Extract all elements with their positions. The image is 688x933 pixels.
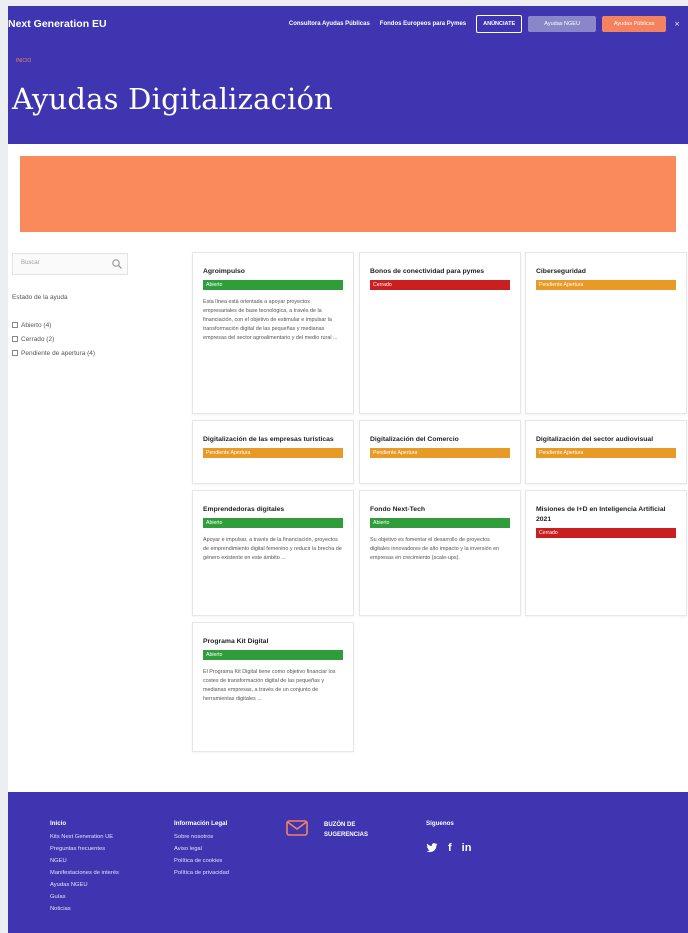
status-badge: Cerrado <box>370 280 510 290</box>
aid-card[interactable]: Fondo Next-Tech Abierto Su objetivo es f… <box>359 490 521 616</box>
social-links: f in <box>426 842 471 854</box>
card-title[interactable]: Digitalización del Comercio <box>370 435 510 445</box>
ngeu-button[interactable]: Ayudas NGEU <box>528 16 597 32</box>
footer-link[interactable]: Política de privacidad <box>174 867 229 879</box>
footer-col-main: Inicio Kits Next Generation UE Preguntas… <box>50 820 119 915</box>
checkbox[interactable] <box>12 336 18 342</box>
status-badge: Pendiente Apertura <box>203 448 343 458</box>
card-title[interactable]: Programa Kit Digital <box>203 637 343 647</box>
filter-pendiente[interactable]: Pendiente de apertura (4) <box>12 346 95 360</box>
close-icon[interactable]: × <box>674 20 680 28</box>
footer-link[interactable]: Aviso legal <box>174 843 229 855</box>
card-title[interactable]: Misiones de I+D en Inteligencia Artifici… <box>536 505 676 525</box>
site-logo[interactable]: Next Generation EU <box>8 18 107 30</box>
footer-link[interactable]: Ayudas NGEU <box>50 879 119 891</box>
status-badge: Cerrado <box>536 528 676 538</box>
status-badge: Abierto <box>203 518 343 528</box>
card-title[interactable]: Bonos de conectividad para pymes <box>370 267 510 277</box>
filter-abierto[interactable]: Abierto (4) <box>12 318 95 332</box>
status-badge: Pendiente Apertura <box>536 280 676 290</box>
card-description: Apoyar e impulsar, a través de la financ… <box>203 537 342 561</box>
nav-link-fondos[interactable]: Fondos Europeos para Pymes <box>380 21 466 27</box>
footer-link[interactable]: Política de cookies <box>174 855 229 867</box>
public-aid-button[interactable]: Ayudas Públicas <box>602 16 667 32</box>
status-badge: Pendiente Apertura <box>370 448 510 458</box>
status-badge: Abierto <box>370 518 510 528</box>
footer-col-follow: Síguenos <box>426 820 454 831</box>
hero-header: Next Generation EU Consultora Ayudas Púb… <box>8 6 688 144</box>
footer-link[interactable]: Guías <box>50 891 119 903</box>
card-title[interactable]: Emprendedoras digitales <box>203 505 343 515</box>
aid-card[interactable]: Digitalización del Comercio Pendiente Ap… <box>359 420 521 484</box>
filter-label: Cerrado (2) <box>21 335 55 343</box>
footer-link[interactable]: Kits Next Generation UE <box>50 831 119 843</box>
aid-card[interactable]: Ciberseguridad Pendiente Apertura <box>525 252 687 414</box>
card-title[interactable]: Agroimpulso <box>203 267 343 277</box>
card-description: Su objetivo es fomentar el desarrollo de… <box>370 537 500 561</box>
footer-link[interactable]: Preguntas frecuentes <box>50 843 119 855</box>
twitter-icon[interactable] <box>426 843 438 853</box>
status-badge: Abierto <box>203 650 343 660</box>
site-footer: Inicio Kits Next Generation UE Preguntas… <box>8 792 688 933</box>
aid-card[interactable]: Digitalización del sector audiovisual Pe… <box>525 420 687 484</box>
status-badge: Abierto <box>203 280 343 290</box>
footer-heading: Información Legal <box>174 820 228 827</box>
card-title[interactable]: Fondo Next-Tech <box>370 505 510 515</box>
page-title: Ayudas Digitalización <box>12 82 334 116</box>
filter-label: Abierto (4) <box>21 321 52 329</box>
footer-heading[interactable]: Inicio <box>50 820 119 827</box>
footer-link[interactable]: Sobre nosotros <box>174 831 229 843</box>
aid-card[interactable]: Emprendedoras digitales Abierto Apoyar e… <box>192 490 354 616</box>
checkbox[interactable] <box>12 350 18 356</box>
page: Next Generation EU Consultora Ayudas Púb… <box>8 6 688 933</box>
footer-link[interactable]: Noticias <box>50 903 119 915</box>
footer-link[interactable]: Manifestaciones de interés <box>50 867 119 879</box>
aid-card[interactable]: Bonos de conectividad para pymes Cerrado <box>359 252 521 414</box>
card-title[interactable]: Digitalización de las empresas turística… <box>203 435 343 445</box>
mail-text-line: BUZÓN DE <box>324 822 356 828</box>
status-badge: Pendiente Apertura <box>536 448 676 458</box>
nav-link-consultora[interactable]: Consultora Ayudas Públicas <box>289 21 370 27</box>
checkbox[interactable] <box>12 322 18 328</box>
status-filter-list: Abierto (4) Cerrado (2) Pendiente de ape… <box>12 318 95 360</box>
footer-col-legal: Información Legal Sobre nosotros Aviso l… <box>174 820 229 879</box>
search-input[interactable]: Buscar <box>12 253 128 275</box>
footer-heading: Síguenos <box>426 820 454 827</box>
aid-card[interactable]: Programa Kit Digital Abierto El Programa… <box>192 622 354 752</box>
breadcrumb[interactable]: INICIO <box>16 58 31 64</box>
advertise-button[interactable]: ANÚNCIATE <box>476 15 523 33</box>
footer-link[interactable]: NGEU <box>50 855 119 867</box>
card-description: El Programa Kit Digital tiene como objet… <box>203 669 336 702</box>
card-title[interactable]: Digitalización del sector audiovisual <box>536 435 676 445</box>
aid-card[interactable]: Misiones de I+D en Inteligencia Artifici… <box>525 490 687 616</box>
search-icon[interactable] <box>111 258 123 270</box>
card-title[interactable]: Ciberseguridad <box>536 267 676 277</box>
aid-card[interactable]: Digitalización de las empresas turística… <box>192 420 354 484</box>
search-placeholder: Buscar <box>21 260 40 266</box>
mail-text-line: SUGERENCIAS <box>324 832 369 838</box>
filter-label: Pendiente de apertura (4) <box>21 349 96 357</box>
top-nav: Consultora Ayudas Públicas Fondos Europe… <box>289 15 680 33</box>
filter-title: Estado de la ayuda <box>12 294 68 301</box>
linkedin-icon[interactable]: in <box>462 842 472 854</box>
aid-card[interactable]: Agroimpulso Abierto Esta línea está orie… <box>192 252 354 414</box>
suggestions-mailbox-link[interactable]: BUZÓN DE SUGERENCIAS <box>324 820 368 840</box>
card-description: Esta línea está orientada a apoyar proye… <box>203 299 338 341</box>
facebook-icon[interactable]: f <box>448 842 452 854</box>
filter-cerrado[interactable]: Cerrado (2) <box>12 332 95 346</box>
ad-banner[interactable] <box>20 156 676 232</box>
mail-icon[interactable] <box>286 820 308 836</box>
